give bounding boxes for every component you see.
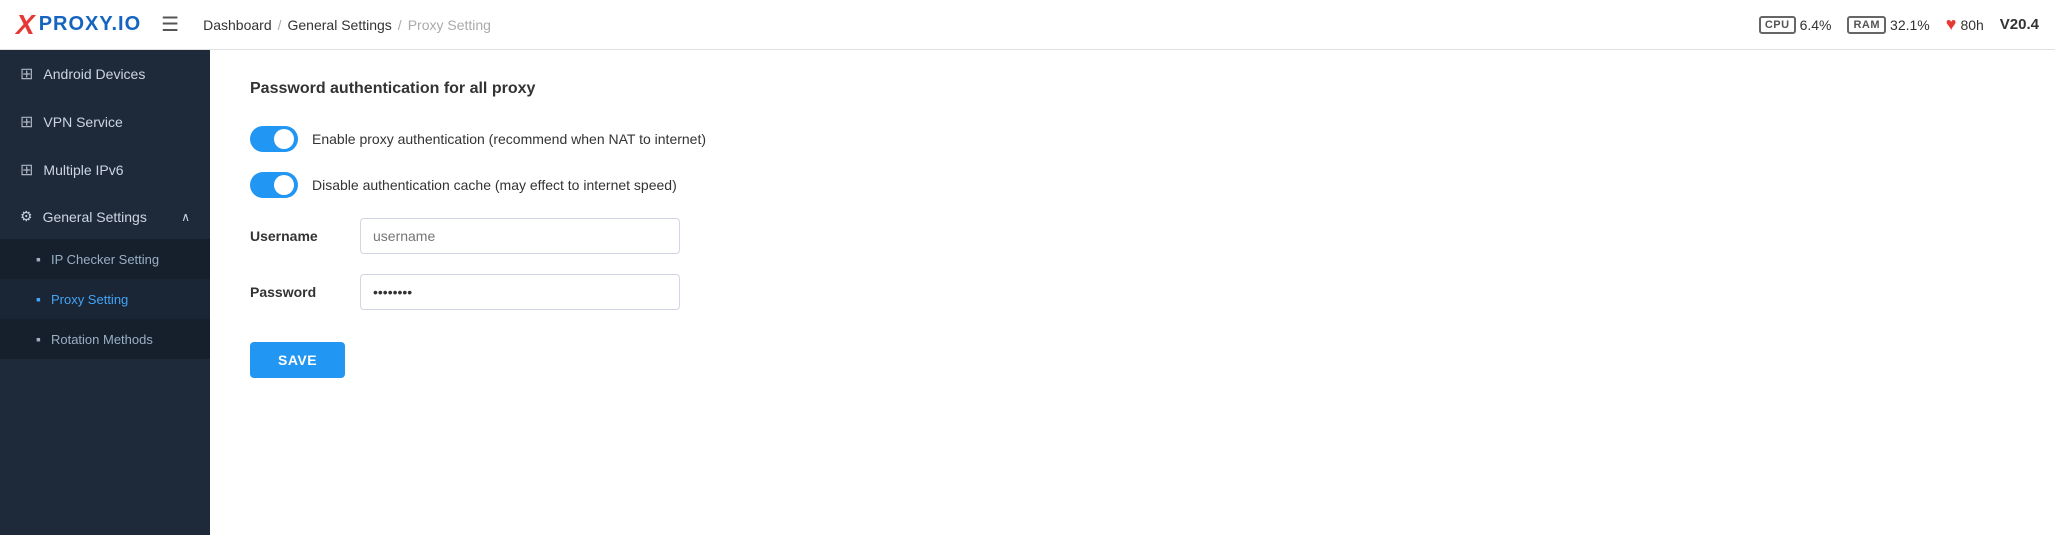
logo: X PROXY.IO [16,9,141,41]
logo-x: X [16,9,35,41]
sidebar-item-label: VPN Service [43,114,122,130]
cpu-icon: CPU [1759,16,1796,34]
sidebar-sub-proxy-setting[interactable]: ▪ Proxy Setting [0,279,210,319]
toggle-track-2 [250,172,298,198]
header-right: CPU 6.4% RAM 32.1% ♥ 80h V20.4 [1759,14,2039,35]
sidebar-item-label: Android Devices [43,66,145,82]
heart-icon: ♥ [1946,14,1957,35]
main-layout: ⊞ Android Devices ⊞ VPN Service ⊞ Multip… [0,50,2055,535]
toggle-label-1: Enable proxy authentication (recommend w… [312,131,706,147]
breadcrumb-general-settings[interactable]: General Settings [288,17,392,33]
breadcrumb-current: Proxy Setting [408,17,491,33]
ram-stat: RAM 32.1% [1847,16,1929,34]
breadcrumb-sep2: / [398,17,402,33]
sidebar-item-general-settings[interactable]: ⚙ General Settings ∧ [0,194,210,239]
sidebar-sub-ip-checker[interactable]: ▪ IP Checker Setting [0,239,210,279]
logo-text: PROXY.IO [39,13,141,36]
toggle-track-1 [250,126,298,152]
toggle-disable-cache[interactable] [250,172,298,198]
doc2-icon: ▪ [36,331,41,347]
sidebar: ⊞ Android Devices ⊞ VPN Service ⊞ Multip… [0,50,210,535]
password-input[interactable] [360,274,680,310]
section-title: Password authentication for all proxy [250,80,2015,98]
sidebar-general-settings-label: General Settings [43,209,147,225]
sidebar-sub-rotation-methods[interactable]: ▪ Rotation Methods [0,319,210,359]
content-inner: Password authentication for all proxy En… [210,50,2055,408]
toggle-row-1: Enable proxy authentication (recommend w… [250,126,2015,152]
sidebar-item-label: Multiple IPv6 [43,162,123,178]
sidebar-sub-label: IP Checker Setting [51,252,159,267]
android-icon: ⊞ [20,64,33,84]
cpu-stat: CPU 6.4% [1759,16,1832,34]
header-left: X PROXY.IO ☰ Dashboard / General Setting… [16,9,491,41]
uptime-stat: ♥ 80h [1946,14,1984,35]
settings-icon: ⚙ [20,208,33,225]
sidebar-sub-label: Rotation Methods [51,332,153,347]
toggle-row-2: Disable authentication cache (may effect… [250,172,2015,198]
content-area: Password authentication for all proxy En… [210,50,2055,535]
chevron-up-icon: ∧ [181,210,190,224]
form-row-username: Username [250,218,2015,254]
sidebar-submenu: ▪ IP Checker Setting ▪ Proxy Setting ▪ R… [0,239,210,359]
cpu-value: 6.4% [1800,17,1832,33]
sidebar-item-multiple-ipv6[interactable]: ⊞ Multiple IPv6 [0,146,210,194]
ipv6-icon: ⊞ [20,160,33,180]
header: X PROXY.IO ☰ Dashboard / General Setting… [0,0,2055,50]
sidebar-item-android-devices[interactable]: ⊞ Android Devices [0,50,210,98]
save-button[interactable]: SAVE [250,342,345,378]
sidebar-sub-label: Proxy Setting [51,292,128,307]
version-stat: V20.4 [2000,16,2039,33]
toggle-thumb-1 [274,129,294,149]
doc-icon: ▪ [36,251,41,267]
username-input[interactable] [360,218,680,254]
toggle-enable-auth[interactable] [250,126,298,152]
form-row-password: Password [250,274,2015,310]
ram-value: 32.1% [1890,17,1930,33]
breadcrumb-dashboard[interactable]: Dashboard [203,17,272,33]
ram-icon: RAM [1847,16,1886,34]
doc-active-icon: ▪ [36,291,41,307]
uptime-value: 80h [1960,17,1983,33]
password-label: Password [250,284,340,300]
sidebar-item-vpn-service[interactable]: ⊞ VPN Service [0,98,210,146]
breadcrumb: Dashboard / General Settings / Proxy Set… [203,17,491,33]
toggle-label-2: Disable authentication cache (may effect… [312,177,677,193]
version-value: V20.4 [2000,16,2039,33]
username-label: Username [250,228,340,244]
hamburger-icon[interactable]: ☰ [161,12,179,37]
breadcrumb-sep1: / [278,17,282,33]
vpn-icon: ⊞ [20,112,33,132]
toggle-thumb-2 [274,175,294,195]
